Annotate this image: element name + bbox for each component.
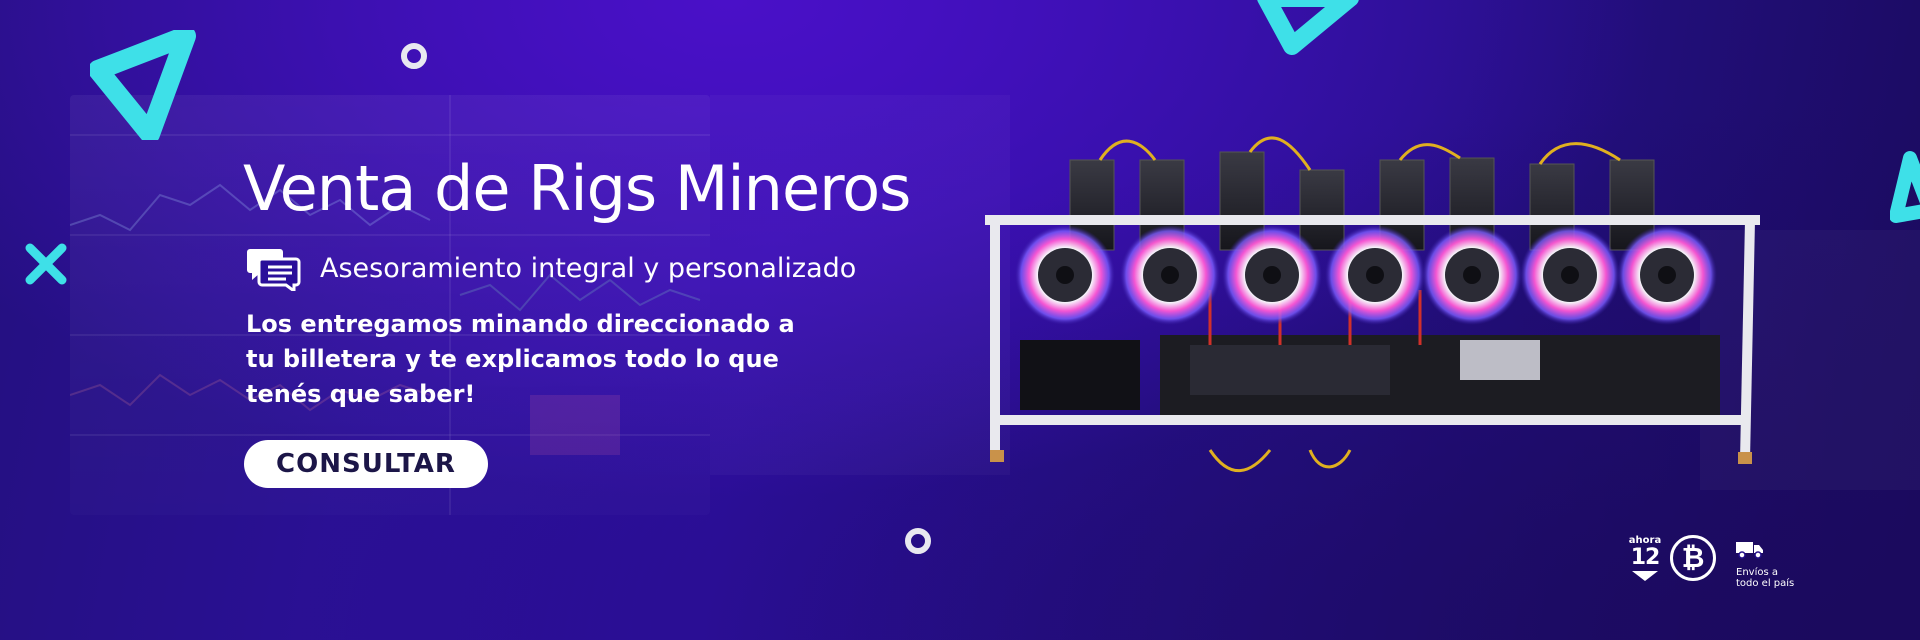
hero-banner: Venta de Rigs Mineros Asesoramiento inte… — [0, 0, 1920, 640]
ring-shape-icon — [401, 43, 427, 69]
shipping-badge: Envíos a todo el país — [1736, 541, 1806, 589]
chat-bubbles-icon — [247, 249, 301, 291]
consultar-button[interactable]: CONSULTAR — [244, 440, 488, 488]
bitcoin-icon: ₿ — [1670, 535, 1716, 581]
ring-shape-icon — [905, 528, 931, 554]
feature-line: Asesoramiento integral y personalizado — [246, 245, 856, 291]
feature-text: Asesoramiento integral y personalizado — [320, 252, 857, 284]
ahora-12-badge: ahora 12 — [1628, 535, 1662, 591]
ahora-number: 12 — [1630, 545, 1661, 570]
truck-icon — [1736, 542, 1763, 559]
triangle-shape-icon — [1257, 0, 1359, 55]
triangle-shape-icon — [1890, 151, 1920, 223]
shipping-text: Envíos a todo el país — [1736, 567, 1795, 589]
banner-headline: Venta de Rigs Mineros — [243, 152, 911, 225]
arrow-down-icon — [1632, 571, 1658, 581]
badges-row: ahora 12 ₿ Envíos a todo el país — [1625, 535, 1795, 595]
x-shape-icon — [25, 243, 67, 285]
banner-description: Los entregamos minando direccionado a tu… — [246, 310, 795, 408]
gpu-mining-rig-image — [985, 136, 1760, 473]
triangle-shape-icon — [90, 30, 196, 140]
